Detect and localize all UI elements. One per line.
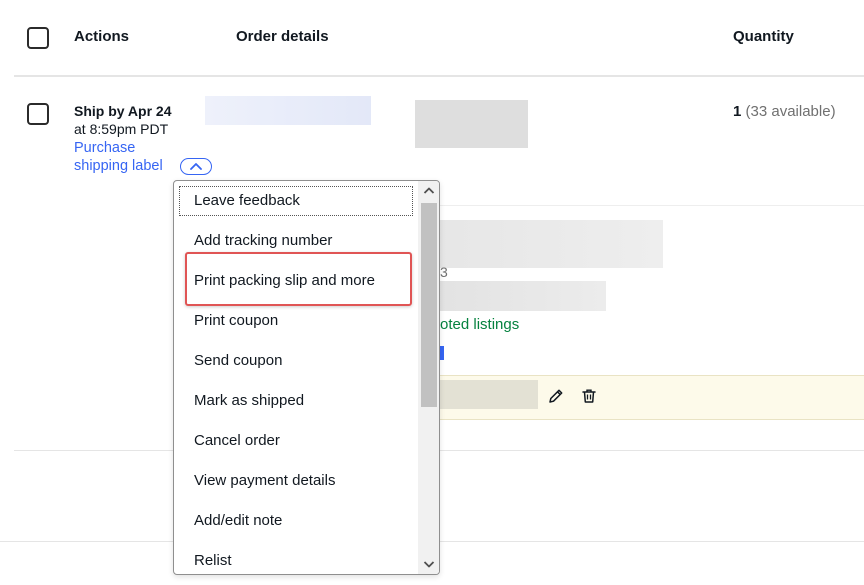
scroll-down-button[interactable]	[418, 554, 439, 574]
chevron-up-icon	[190, 163, 202, 170]
ship-by-time: at 8:59pm PDT	[74, 121, 169, 137]
ship-by-date: Ship by Apr 24	[74, 103, 172, 119]
redacted-item-title	[425, 220, 663, 268]
menu-item-cancel-order[interactable]: Cancel order	[174, 421, 418, 461]
quantity-column-header[interactable]: Quantity	[733, 28, 794, 45]
menu-item-add-edit-note[interactable]: Add/edit note	[174, 501, 418, 541]
table-header: Actions Order details Quantity	[0, 0, 864, 76]
edit-note-button[interactable]	[547, 387, 565, 405]
partial-text: 3	[440, 264, 448, 280]
redacted-item-image	[205, 96, 371, 125]
purchase-shipping-label-link[interactable]: Purchase shipping label	[74, 139, 164, 175]
menu-item-mark-as-shipped[interactable]: Mark as shipped	[174, 381, 418, 421]
highlight-annotation-box	[185, 252, 412, 306]
scroll-down-arrow-icon	[423, 561, 435, 568]
trash-icon	[582, 389, 596, 403]
order-row-checkbox[interactable]	[27, 103, 49, 125]
pencil-icon	[549, 389, 563, 403]
menu-item-send-coupon[interactable]: Send coupon	[174, 341, 418, 381]
scroll-up-arrow-icon	[423, 187, 435, 194]
partial-link[interactable]	[440, 346, 444, 360]
redacted-note-text	[440, 380, 538, 409]
inner-divider	[440, 205, 864, 206]
menu-item-leave-feedback[interactable]: Leave feedback	[174, 181, 418, 221]
scroll-thumb[interactable]	[421, 203, 437, 407]
redacted-item-thumbnail	[415, 100, 528, 148]
header-divider	[14, 75, 864, 77]
quantity-available: (33 available)	[741, 103, 836, 120]
actions-dropdown-menu[interactable]: Leave feedback Add tracking number Print…	[173, 180, 440, 575]
menu-item-view-payment-details[interactable]: View payment details	[174, 461, 418, 501]
menu-item-relist[interactable]: Relist	[174, 541, 418, 574]
delete-note-button[interactable]	[580, 387, 598, 405]
actions-column-header: Actions	[74, 28, 130, 45]
order-details-column-header: Order details	[236, 28, 329, 45]
scroll-up-button[interactable]	[418, 181, 439, 201]
redacted-item-details	[430, 281, 606, 311]
actions-menu-toggle[interactable]	[180, 158, 212, 175]
quantity-value: 1 (33 available)	[733, 103, 836, 120]
promoted-listings-link[interactable]: oted listings	[440, 316, 519, 333]
menu-item-print-coupon[interactable]: Print coupon	[174, 301, 418, 341]
select-all-checkbox[interactable]	[27, 27, 49, 49]
menu-scrollbar[interactable]	[418, 181, 439, 574]
